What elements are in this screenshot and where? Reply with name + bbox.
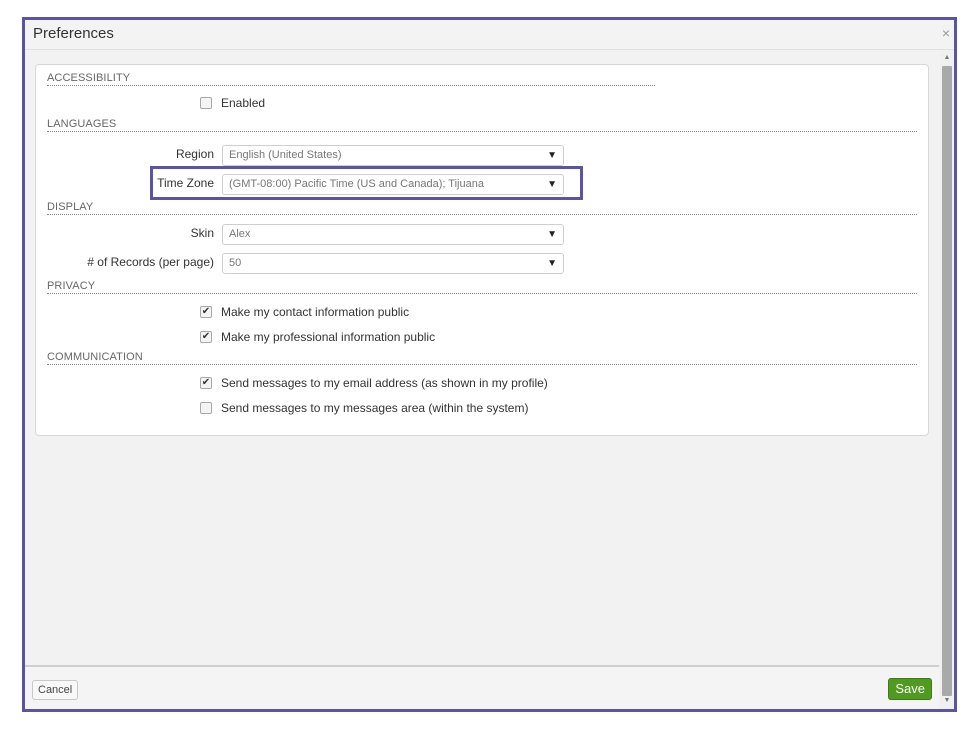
privacy-professional-label: Make my professional information public [221,330,436,344]
section-languages: LANGUAGES [47,118,917,132]
scroll-thumb[interactable] [942,66,952,696]
time-zone-select[interactable]: (GMT-08:00) Pacific Time (US and Canada)… [222,174,564,195]
save-button[interactable]: Save [888,678,932,700]
dropdown-arrow-icon: ▼ [547,150,557,161]
records-per-page-label: # of Records (per page) [87,255,214,269]
privacy-contact-label: Make my contact information public [221,305,410,319]
skin-select[interactable]: Alex ▼ [222,224,564,245]
region-label: Region [175,147,214,161]
preferences-dialog: Preferences × ACCESSIBILITY Enabled LANG… [22,17,957,712]
section-communication: COMMUNICATION [47,351,917,365]
scroll-down-icon[interactable]: ▼ [940,695,954,707]
region-value: English (United States) [229,149,342,161]
communication-messages-checkbox[interactable] [200,402,212,414]
preferences-panel: ACCESSIBILITY Enabled LANGUAGES Region E… [35,64,929,436]
dialog-footer: Cancel Save [25,665,939,709]
section-privacy: PRIVACY [47,280,917,294]
accessibility-enabled-label: Enabled [221,96,266,110]
close-icon[interactable]: × [942,26,950,40]
skin-label: Skin [190,226,214,240]
privacy-contact-checkbox[interactable]: ✔ [200,306,212,318]
section-accessibility: ACCESSIBILITY [47,72,655,86]
section-display: DISPLAY [47,201,917,215]
dropdown-arrow-icon: ▼ [547,229,557,240]
records-per-page-value: 50 [229,257,242,269]
records-per-page-select[interactable]: 50 ▼ [222,253,564,274]
dropdown-arrow-icon: ▼ [547,258,557,269]
dialog-title: Preferences [33,25,114,42]
accessibility-enabled-checkbox[interactable] [200,97,212,109]
privacy-professional-checkbox[interactable]: ✔ [200,331,212,343]
communication-messages-label: Send messages to my messages area (withi… [221,401,529,415]
skin-value: Alex [229,228,251,240]
time-zone-value: (GMT-08:00) Pacific Time (US and Canada)… [229,178,484,190]
dialog-titlebar: Preferences × [25,20,954,50]
scroll-up-icon[interactable]: ▲ [940,52,954,64]
time-zone-label: Time Zone [157,176,214,190]
vertical-scrollbar[interactable]: ▲ ▼ [940,50,954,709]
communication-email-checkbox[interactable]: ✔ [200,377,212,389]
dialog-content: ACCESSIBILITY Enabled LANGUAGES Region E… [25,50,939,665]
communication-email-label: Send messages to my email address (as sh… [221,376,548,390]
region-select[interactable]: English (United States) ▼ [222,145,564,166]
dropdown-arrow-icon: ▼ [547,179,557,190]
cancel-button[interactable]: Cancel [32,680,79,700]
